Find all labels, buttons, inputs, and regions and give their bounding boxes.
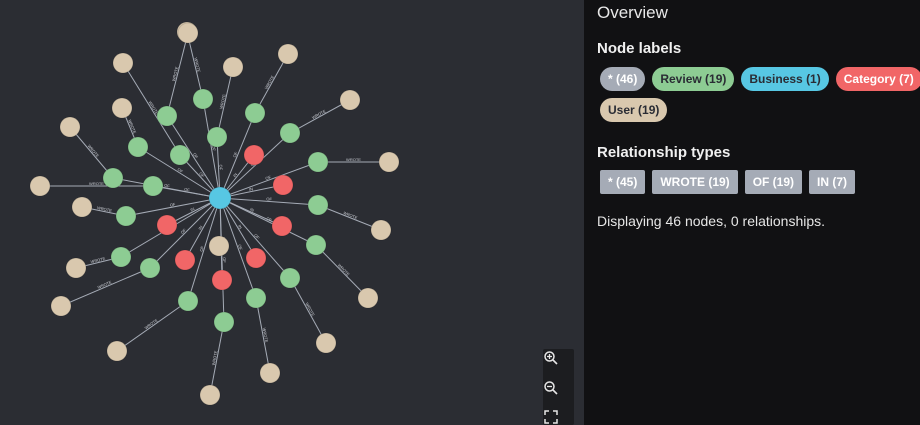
category-node[interactable]	[272, 174, 294, 196]
node-label-user[interactable]: User (19)	[600, 98, 668, 122]
zoom-out-icon	[544, 381, 558, 395]
review-business-edge-label: OF	[177, 167, 185, 174]
review-business-edge-label: OF	[218, 164, 223, 170]
review-node[interactable]	[139, 257, 161, 279]
relationship-type-in[interactable]: IN (7)	[809, 170, 856, 194]
user-review-edge-label: WROTE	[144, 317, 159, 330]
user-node[interactable]	[370, 219, 392, 241]
fit-icon	[544, 410, 558, 424]
zoom-in-button[interactable]	[543, 350, 574, 380]
user-review-edge-label: WROTE	[97, 279, 113, 290]
review-node[interactable]	[169, 144, 191, 166]
review-node[interactable]	[142, 175, 164, 197]
review-node[interactable]	[307, 151, 329, 173]
review-node[interactable]	[115, 205, 137, 227]
node-labels-heading: Node labels	[597, 40, 682, 57]
node-label-review[interactable]: Review (19)	[652, 67, 735, 91]
node-labels-row-2: User (19)	[600, 98, 668, 122]
user-node[interactable]	[378, 151, 400, 173]
business-category-edge-label: IN	[237, 224, 243, 230]
node-labels-row-1: * (46) Review (19) Business (1) Category…	[600, 67, 920, 91]
user-review-edge	[116, 300, 189, 352]
category-node[interactable]	[156, 214, 178, 236]
review-business-edge-label: OF	[237, 244, 244, 251]
user-node[interactable]	[259, 362, 281, 384]
review-node[interactable]	[307, 194, 329, 216]
relationship-types-row: * (45) WROTE (19) OF (19) IN (7)	[600, 170, 856, 194]
user-node[interactable]	[106, 340, 128, 362]
user-node[interactable]	[65, 257, 87, 279]
review-node[interactable]	[213, 311, 235, 333]
user-node[interactable]	[222, 56, 244, 78]
relationship-type-wrote[interactable]: WROTE (19)	[652, 170, 738, 194]
review-node[interactable]	[177, 290, 199, 312]
review-business-edge	[125, 197, 221, 217]
user-review-edge-label: WROTE	[337, 263, 351, 277]
category-node[interactable]	[243, 144, 265, 166]
user-node[interactable]	[177, 22, 199, 44]
category-node[interactable]	[271, 215, 293, 237]
review-business-edge-label: OF	[266, 196, 272, 201]
overview-panel: Overview Node labels * (46) Review (19) …	[584, 0, 920, 425]
user-review-edge-label: WROTE	[87, 144, 101, 159]
user-review-edge-label: WROTE	[127, 119, 137, 135]
node-label-business[interactable]: Business (1)	[741, 67, 829, 91]
user-node[interactable]	[29, 175, 51, 197]
business-node[interactable]	[208, 186, 232, 210]
category-node[interactable]	[211, 269, 233, 291]
status-text: Displaying 46 nodes, 0 relationships.	[597, 213, 826, 229]
review-node[interactable]	[127, 136, 149, 158]
user-review-edge-label: WROTE	[346, 157, 361, 162]
category-node[interactable]	[174, 249, 196, 271]
review-node[interactable]	[244, 102, 266, 124]
review-node[interactable]	[110, 246, 132, 268]
user-node[interactable]	[208, 235, 230, 257]
user-node[interactable]	[112, 52, 134, 74]
user-node[interactable]	[357, 287, 379, 309]
business-category-edge-label: IN	[249, 186, 254, 192]
user-review-edge	[289, 277, 327, 344]
zoom-toolbar	[543, 349, 574, 425]
review-node[interactable]	[279, 267, 301, 289]
user-node[interactable]	[50, 295, 72, 317]
review-node[interactable]	[156, 105, 178, 127]
review-business-edge-label: OF	[265, 174, 272, 181]
user-node[interactable]	[111, 97, 133, 119]
review-node[interactable]	[245, 287, 267, 309]
review-node[interactable]	[305, 234, 327, 256]
business-category-edge-label: IN	[232, 172, 238, 178]
graph-view[interactable]: WROTE OF WROTE OF WROTE OF WROTE OF WROTE OF WROTE…	[0, 0, 584, 425]
relationship-types-heading: Relationship types	[597, 144, 731, 161]
review-node[interactable]	[279, 122, 301, 144]
user-node[interactable]	[315, 332, 337, 354]
graph-canvas[interactable]: WROTE OF WROTE OF WROTE OF WROTE OF WROTE OF WROTE…	[0, 0, 584, 425]
review-node[interactable]	[192, 88, 214, 110]
relationship-type-of[interactable]: OF (19)	[744, 170, 803, 194]
review-business-edge-label: OF	[253, 233, 261, 241]
user-review-edge	[315, 244, 369, 299]
relationship-type-all[interactable]: * (45)	[600, 170, 646, 194]
user-review-edge-label: WROTE	[89, 181, 104, 186]
user-node[interactable]	[339, 89, 361, 111]
zoom-in-icon	[544, 351, 558, 365]
user-review-edge-label: WROTE	[343, 210, 359, 220]
review-node[interactable]	[206, 126, 228, 148]
user-node[interactable]	[59, 116, 81, 138]
user-node[interactable]	[71, 196, 93, 218]
user-node[interactable]	[199, 384, 221, 406]
node-label-all[interactable]: * (46)	[600, 67, 646, 91]
review-business-edge-label: OF	[232, 151, 239, 159]
fit-button[interactable]	[543, 409, 574, 425]
zoom-out-button[interactable]	[543, 380, 574, 410]
node-label-category[interactable]: Category (7)	[835, 67, 920, 91]
user-review-edge	[166, 32, 189, 117]
review-business-edge-label: OF	[192, 152, 200, 160]
category-node[interactable]	[245, 247, 267, 269]
review-node[interactable]	[102, 167, 124, 189]
review-business-edge-label: OF	[179, 227, 187, 235]
review-business-edge-label: OF	[222, 257, 227, 263]
overview-title: Overview	[597, 3, 668, 22]
user-node[interactable]	[277, 43, 299, 65]
